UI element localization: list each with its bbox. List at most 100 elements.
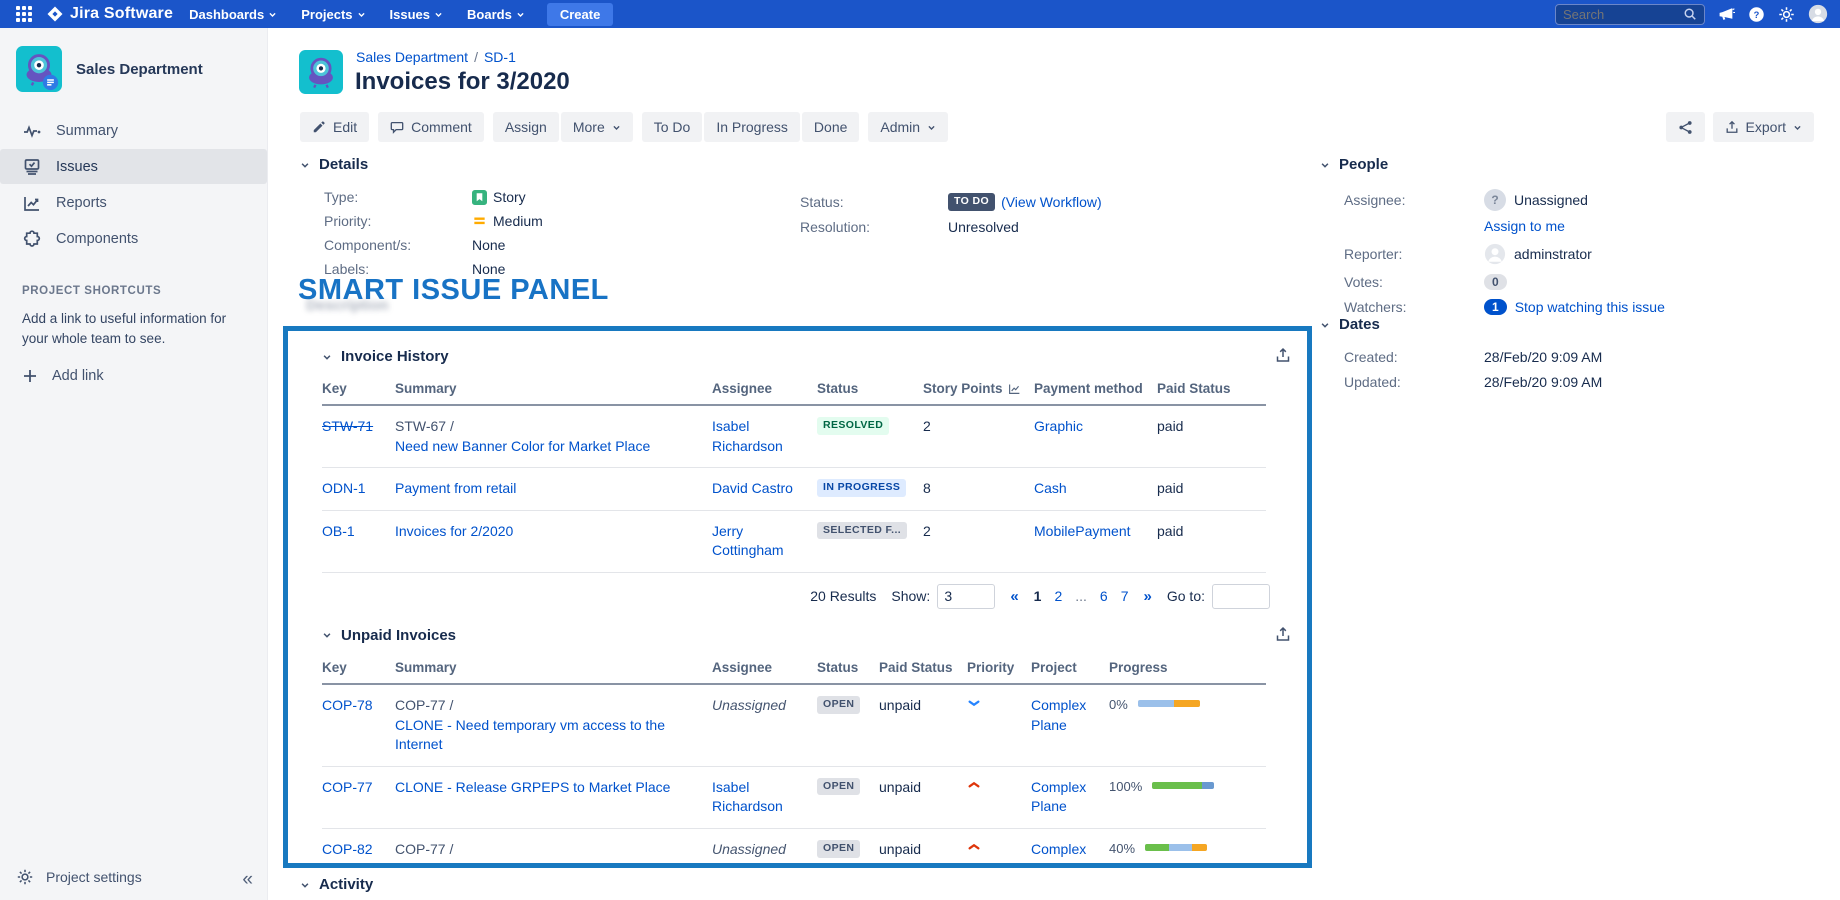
assignee-link[interactable]: Isabel Richardson [712,778,803,817]
col-key[interactable]: Key [322,381,395,404]
page-number[interactable]: 1 [1034,588,1042,604]
status-lozenge: TO DO [948,193,995,211]
menu-boards[interactable]: Boards [459,3,533,26]
sidebar-item-issues[interactable]: Issues [0,149,267,184]
section-collapse-icon[interactable] [300,880,310,890]
col-story-points[interactable]: Story Points [923,381,1034,404]
project-settings-button[interactable]: Project settings [46,869,142,885]
section-collapse-icon[interactable] [322,352,332,362]
workflow-inprogress-button[interactable]: In Progress [704,112,800,142]
user-avatar[interactable] [1808,4,1828,24]
issue-key-link[interactable]: COP-78 [322,696,373,716]
summary-link[interactable]: CLONE - Collecting customer contact addr… [395,860,681,868]
export-button[interactable]: Export [1713,112,1814,142]
section-collapse-icon[interactable] [1320,160,1330,170]
search-input[interactable] [1563,7,1677,22]
issue-key-link[interactable]: COP-77 [322,778,373,798]
summary-link[interactable]: Invoices for 2/2020 [395,522,513,542]
summary-link[interactable]: CLONE - Release GRPEPS to Market Place [395,778,670,798]
dates-title[interactable]: Dates [1339,316,1380,333]
col-project[interactable]: Project [1031,660,1109,683]
project-link[interactable]: Complex Plane [1031,696,1095,735]
export-table-icon[interactable] [1275,626,1291,642]
search-box[interactable] [1555,4,1705,25]
sidebar-item-components[interactable]: Components [0,221,267,256]
col-paid-status[interactable]: Paid Status [879,660,967,683]
payment-method-link[interactable]: Graphic [1034,417,1083,437]
col-status[interactable]: Status [817,381,923,404]
issue-key-link[interactable]: COP-82 [322,840,373,860]
menu-issues[interactable]: Issues [382,3,451,26]
summary-link[interactable]: CLONE - Need temporary vm access to the … [395,716,698,755]
admin-button[interactable]: Admin [868,112,948,142]
section-collapse-icon[interactable] [1320,320,1330,330]
comment-button[interactable]: Comment [378,112,484,142]
breadcrumb-issue-link[interactable]: SD-1 [484,49,516,65]
summary-link[interactable]: Payment from retail [395,479,516,499]
share-button[interactable] [1666,112,1705,142]
page-number[interactable]: 6 [1100,588,1108,604]
announcements-icon[interactable] [1718,6,1735,23]
next-page-button[interactable]: » [1144,588,1152,605]
unpaid-invoices-title[interactable]: Unpaid Invoices [341,627,456,644]
assignee-link[interactable]: David Castro [712,479,793,499]
col-priority[interactable]: Priority [967,660,1031,683]
search-icon[interactable] [1683,7,1697,21]
collapse-sidebar-button[interactable]: « [242,870,253,889]
help-icon[interactable]: ? [1748,6,1765,23]
add-link-button[interactable]: Add link [22,368,245,384]
table-row: OB-1 Invoices for 2/2020 Jerry Cottingha… [322,511,1266,573]
payment-method-link[interactable]: Cash [1034,479,1067,499]
menu-projects[interactable]: Projects [293,3,373,26]
col-assignee[interactable]: Assignee [712,660,817,683]
col-summary[interactable]: Summary [395,381,712,404]
app-switcher-icon[interactable] [12,2,36,26]
edit-button[interactable]: Edit [300,112,369,142]
col-status[interactable]: Status [817,660,879,683]
sidebar-item-summary[interactable]: Summary [0,113,267,148]
menu-dashboards[interactable]: Dashboards [181,3,285,26]
assignee-link[interactable]: Jerry Cottingham [712,522,803,561]
assign-to-me-link[interactable]: Assign to me [1484,218,1565,234]
show-count-input[interactable] [937,584,995,609]
settings-gear-icon[interactable] [1778,6,1795,23]
jira-logo[interactable]: Jira Software [46,5,173,23]
page-number[interactable]: 7 [1121,588,1129,604]
col-payment-method[interactable]: Payment method [1034,381,1157,404]
details-title[interactable]: Details [319,156,368,173]
more-button[interactable]: More [561,112,633,142]
story-points-value: 2 [923,511,1034,573]
sidebar-item-reports[interactable]: Reports [0,185,267,220]
col-assignee[interactable]: Assignee [712,381,817,404]
section-collapse-icon[interactable] [300,160,310,170]
stop-watching-link[interactable]: Stop watching this issue [1515,299,1665,315]
people-title[interactable]: People [1339,156,1388,173]
project-link[interactable]: Complex Plane [1031,840,1095,868]
assign-button[interactable]: Assign [493,112,559,142]
issue-key-link[interactable]: STW-71 [322,417,373,437]
workflow-done-button[interactable]: Done [802,112,859,142]
goto-page-input[interactable] [1212,584,1270,609]
assignee-link[interactable]: Isabel Richardson [712,417,803,456]
payment-method-link[interactable]: MobilePayment [1034,522,1131,542]
prev-page-button[interactable]: « [1010,588,1018,605]
issue-key-link[interactable]: OB-1 [322,522,355,542]
view-workflow-link[interactable]: (View Workflow) [1001,194,1102,210]
activity-title[interactable]: Activity [319,876,373,893]
invoice-history-title[interactable]: Invoice History [341,348,449,365]
workflow-todo-button[interactable]: To Do [642,112,703,142]
votes-badge[interactable]: 0 [1484,274,1507,290]
summary-link[interactable]: Need new Banner Color for Market Place [395,437,650,457]
col-progress[interactable]: Progress [1109,660,1266,683]
col-key[interactable]: Key [322,660,395,683]
section-collapse-icon[interactable] [322,630,332,640]
export-table-icon[interactable] [1275,347,1291,363]
issue-key-link[interactable]: ODN-1 [322,479,366,499]
project-link[interactable]: Complex Plane [1031,778,1095,817]
col-summary[interactable]: Summary [395,660,712,683]
watchers-badge[interactable]: 1 [1484,299,1507,315]
col-paid-status[interactable]: Paid Status [1157,381,1266,404]
page-number[interactable]: 2 [1054,588,1062,604]
create-button[interactable]: Create [547,3,613,26]
breadcrumb-project-link[interactable]: Sales Department [356,49,468,65]
